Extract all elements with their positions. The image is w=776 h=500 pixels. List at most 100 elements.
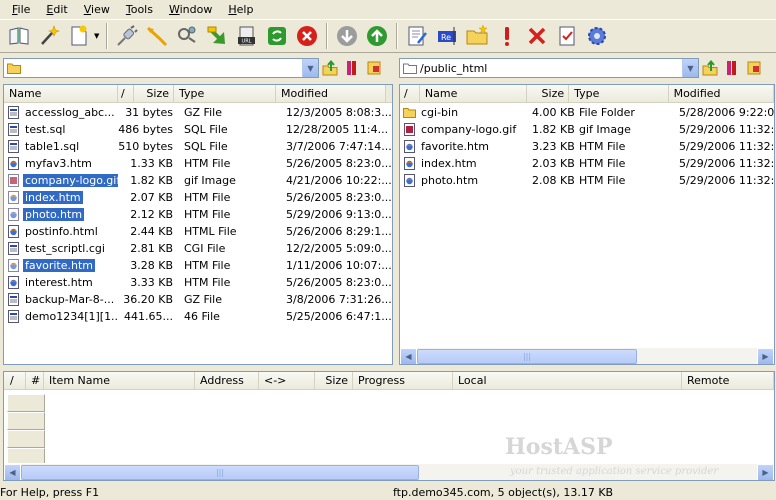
file-name-cell: photo.htm <box>4 208 118 221</box>
column-header-sort[interactable]: / <box>400 85 420 102</box>
scroll-left-icon[interactable]: ◀ <box>4 463 21 480</box>
status-help-text: For Help, press F1 <box>0 486 100 499</box>
column-header-size[interactable]: Size <box>527 85 570 102</box>
file-row[interactable]: test_scriptl.cgi 2.81 KB CGI File 12/2/2005… <box>4 240 392 257</box>
remote-horizontal-scrollbar[interactable]: ◀ ||| ▶ <box>400 347 774 364</box>
column-header-modified[interactable]: Modified <box>668 85 774 102</box>
stop-icon[interactable] <box>292 21 322 51</box>
queue-column-item-name[interactable]: Item Name <box>44 372 195 389</box>
column-header-name[interactable]: Name <box>419 85 528 102</box>
file-row[interactable]: postinfo.html 2.44 KB HTML File 5/26/2006 8… <box>4 223 392 240</box>
properties-icon[interactable] <box>552 21 582 51</box>
queue-column-sort[interactable]: / <box>4 372 26 389</box>
menu-help[interactable]: Help <box>220 0 261 19</box>
file-row[interactable]: photo.htm 2.08 KB HTM File 5/29/2006 11:32:… <box>400 172 774 189</box>
menu-tools[interactable]: Tools <box>118 0 161 19</box>
new-file-dropdown-icon[interactable]: ▼ <box>94 21 102 51</box>
file-name: interest.htm <box>25 276 93 289</box>
new-folder-icon[interactable] <box>462 21 492 51</box>
file-size: 31 bytes <box>125 106 173 119</box>
queue-column-address[interactable]: Address <box>195 372 259 389</box>
up-circle-icon[interactable] <box>362 21 392 51</box>
connect-plug-icon[interactable] <box>112 21 142 51</box>
file-name: favorite.htm <box>23 259 96 272</box>
queue-column-local[interactable]: Local <box>453 372 682 389</box>
down-circle-icon[interactable] <box>332 21 362 51</box>
queue-column-number[interactable]: # <box>26 372 44 389</box>
scrollbar-thumb[interactable]: ||| <box>417 348 637 364</box>
column-header-sort[interactable]: / <box>118 85 134 102</box>
file-type: HTM File <box>579 140 626 153</box>
queue-column-remote[interactable]: Remote <box>682 372 774 389</box>
book-icon[interactable] <box>4 21 34 51</box>
file-row[interactable]: demo1234[1][1... 441.65... 46 File 5/25/200… <box>4 308 392 325</box>
file-row[interactable]: company-logo.gif 1.82 KB gif Image 4/21/200… <box>4 172 392 189</box>
file-size: 3.33 KB <box>130 276 173 289</box>
menu-edit[interactable]: Edit <box>38 0 75 19</box>
file-modified: 5/29/2006 11:32:... <box>679 157 774 170</box>
file-row[interactable]: company-logo.gif 1.82 KB gif Image 5/29/200… <box>400 121 774 138</box>
column-header-modified[interactable]: Modified <box>276 85 386 102</box>
file-name-cell: interest.htm <box>4 276 118 289</box>
gz-file-icon <box>7 106 20 119</box>
new-file-icon[interactable] <box>64 21 94 51</box>
queue-column-size[interactable]: Size <box>315 372 353 389</box>
column-header-name[interactable]: Name <box>4 85 118 102</box>
bookmark-icon[interactable] <box>341 58 363 78</box>
url-icon[interactable]: URL <box>232 21 262 51</box>
menu-window[interactable]: Window <box>161 0 220 19</box>
scroll-right-icon[interactable]: ▶ <box>757 463 774 480</box>
folder-options-icon[interactable] <box>743 58 765 78</box>
delete-icon[interactable] <box>522 21 552 51</box>
chevron-down-icon[interactable]: ▼ <box>682 59 698 77</box>
column-header-type[interactable]: Type <box>569 85 669 102</box>
file-row[interactable]: index.htm 2.03 KB HTM File 5/29/2006 11:32:… <box>400 155 774 172</box>
file-name: accesslog_abc... <box>25 106 115 119</box>
edit-icon[interactable] <box>402 21 432 51</box>
file-row[interactable]: backup-Mar-8-... 36.20 KB GZ File 3/8/2006 … <box>4 291 392 308</box>
scroll-left-icon[interactable]: ◀ <box>400 347 417 364</box>
svg-text:Re: Re <box>441 33 451 42</box>
local-file-list[interactable]: Name / Size Type Modified accesslog_abc.… <box>3 84 393 365</box>
column-header-type[interactable]: Type <box>174 85 276 102</box>
toolbar-separator <box>106 23 108 49</box>
file-row[interactable]: table1.sql 510 bytes SQL File 3/7/2006 7:47… <box>4 138 392 155</box>
download-arrow-icon[interactable] <box>202 21 232 51</box>
file-size: 4.00 KB <box>532 106 574 119</box>
file-row[interactable]: interest.htm 3.33 KB HTM File 5/26/2005 8:2… <box>4 274 392 291</box>
sync-icon[interactable] <box>262 21 292 51</box>
transfer-queue[interactable]: / # Item Name Address <-> Size Progress … <box>3 371 775 481</box>
folder-options-icon[interactable] <box>363 58 385 78</box>
disconnect-icon[interactable] <box>142 21 172 51</box>
rename-icon[interactable]: Re <box>432 21 462 51</box>
important-icon[interactable] <box>492 21 522 51</box>
file-row[interactable]: favorite.htm 3.28 KB HTM File 1/11/2006 10:… <box>4 257 392 274</box>
menu-view[interactable]: View <box>76 0 118 19</box>
file-row[interactable]: cgi-bin 4.00 KB File Folder 5/28/2006 9:22:… <box>400 104 774 121</box>
file-type: HTML File <box>184 225 237 238</box>
chevron-down-icon[interactable]: ▼ <box>302 59 318 77</box>
local-path-combo[interactable]: ▼ <box>3 58 319 78</box>
refresh-connection-icon[interactable] <box>172 21 202 51</box>
file-row[interactable]: accesslog_abc... 31 bytes GZ File 12/3/2005… <box>4 104 392 121</box>
file-name-cell: myfav3.htm <box>4 157 118 170</box>
file-row[interactable]: favorite.htm 3.23 KB HTM File 5/29/2006 11:… <box>400 138 774 155</box>
file-row[interactable]: test.sql 486 bytes SQL File 12/28/2005 11:4… <box>4 121 392 138</box>
file-row[interactable]: myfav3.htm 1.33 KB HTM File 5/26/2005 8:23:… <box>4 155 392 172</box>
file-row[interactable]: photo.htm 2.12 KB HTM File 5/29/2006 9:13:0… <box>4 206 392 223</box>
up-folder-icon[interactable] <box>319 58 341 78</box>
queue-column-direction[interactable]: <-> <box>259 372 315 389</box>
settings-gear-icon[interactable] <box>582 21 612 51</box>
queue-column-progress[interactable]: Progress <box>353 372 453 389</box>
up-folder-icon[interactable] <box>699 58 721 78</box>
menu-file[interactable]: File <box>4 0 38 19</box>
remote-file-list[interactable]: / Name Size Type Modified cgi-bin 4.00 KB… <box>399 84 775 365</box>
column-header-size[interactable]: Size <box>134 85 174 102</box>
file-row[interactable]: index.htm 2.07 KB HTM File 5/26/2005 8:23:0… <box>4 189 392 206</box>
magic-wand-icon[interactable] <box>34 21 64 51</box>
sql-file-icon <box>7 140 20 153</box>
remote-path-combo[interactable]: /public_html ▼ <box>399 58 699 78</box>
scroll-right-icon[interactable]: ▶ <box>757 347 774 364</box>
bookmark-icon[interactable] <box>721 58 743 78</box>
scrollbar-thumb[interactable]: ||| <box>21 464 419 480</box>
